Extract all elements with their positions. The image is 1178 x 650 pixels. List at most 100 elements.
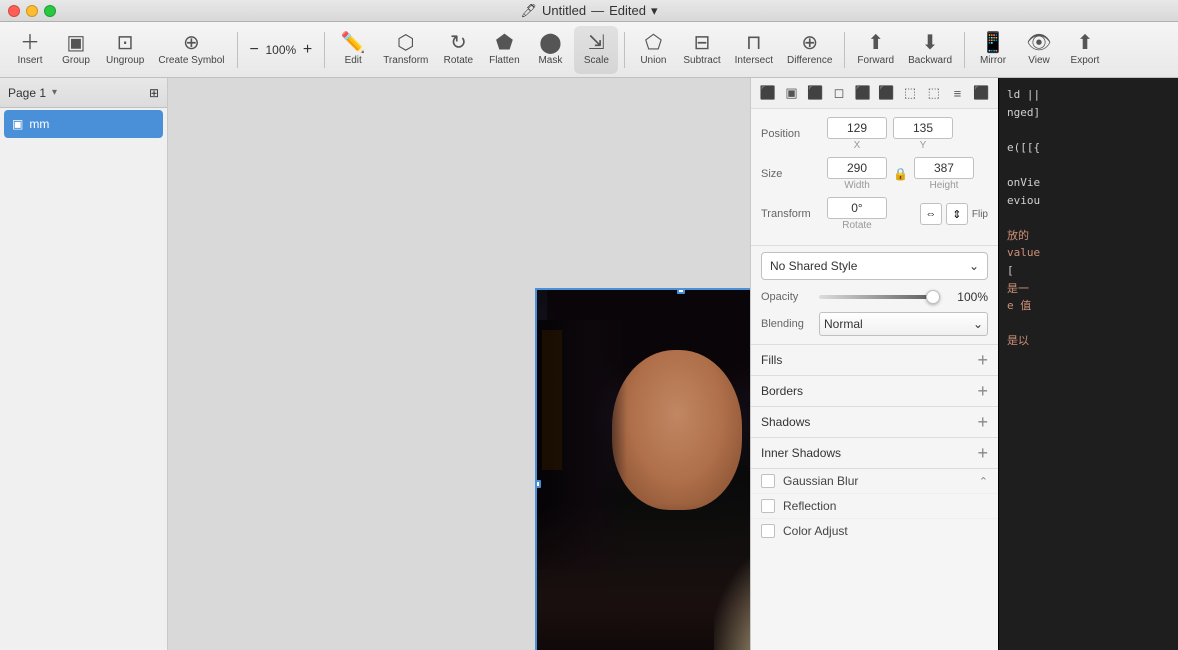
flip-v-button[interactable]: ⇕ [946, 203, 968, 225]
inner-shadows-add-button[interactable]: + [977, 444, 988, 462]
handle-top[interactable] [677, 288, 685, 294]
height-input[interactable] [914, 157, 974, 179]
maximize-button[interactable] [44, 5, 56, 17]
opacity-thumb[interactable] [926, 290, 940, 304]
right-panel: ⬛ ▣ ⬛ ◻ ⬛ ⬛ ⬚ ⬚ ≡ ⬛ Position X Y [750, 78, 998, 650]
fills-add-button[interactable]: + [977, 351, 988, 369]
rotate-icon: ↻ [450, 33, 467, 53]
flatten-icon: ⬟ [496, 33, 513, 53]
forward-button[interactable]: ⬆ Forward [851, 26, 900, 74]
minimize-button[interactable] [26, 5, 38, 17]
gaussian-blur-checkbox[interactable] [761, 474, 775, 488]
backward-icon: ⬇ [922, 33, 939, 53]
fills-label: Fills [761, 353, 782, 367]
transform-button[interactable]: ⬡ Transform [377, 26, 434, 74]
flatten-button[interactable]: ⬟ Flatten [482, 26, 526, 74]
scale-icon: ⇲ [588, 33, 605, 53]
handle-left[interactable] [535, 480, 541, 488]
opacity-slider[interactable] [819, 295, 940, 299]
pos-x-col: X [827, 117, 887, 151]
scale-button[interactable]: ⇲ Scale [574, 26, 618, 74]
pos-x-input[interactable] [827, 117, 887, 139]
align-middle-btn[interactable]: ◻ [828, 82, 850, 104]
borders-section-header[interactable]: Borders + [751, 376, 998, 407]
width-input[interactable] [827, 157, 887, 179]
insert-button[interactable]: ＋ Insert [8, 26, 52, 74]
fills-section-header[interactable]: Fills + [751, 345, 998, 376]
shadows-label: Shadows [761, 415, 810, 429]
align-top-btn[interactable]: ⬛ [804, 82, 826, 104]
gaussian-blur-expand[interactable]: ⌃ [979, 475, 988, 488]
more-btn[interactable]: ⬛ [970, 82, 992, 104]
union-button[interactable]: ⬠ Union [631, 26, 675, 74]
blending-chevron: ⌄ [973, 317, 983, 331]
canvas-area[interactable]: @_LinLin [168, 78, 750, 650]
mask-button[interactable]: ⬤ Mask [528, 26, 572, 74]
reflection-checkbox[interactable] [761, 499, 775, 513]
rotate-col: Rotate [827, 197, 887, 231]
pos-y-input[interactable] [893, 117, 953, 139]
view-button[interactable]: 👁 View [1017, 26, 1061, 74]
flip-h-button[interactable]: ⇔ [920, 203, 942, 225]
view-icon: 👁 [1026, 33, 1051, 53]
zoom-minus[interactable]: − [250, 41, 259, 59]
lock-icon[interactable]: 🔒 [893, 167, 908, 181]
reflection-row[interactable]: Reflection [751, 494, 998, 519]
align-left-btn[interactable]: ⬛ [757, 82, 779, 104]
editor-content: ld || nged] e([[{ onVie eviou 放的 value [… [999, 78, 1178, 358]
close-button[interactable] [8, 5, 20, 17]
gaussian-blur-row[interactable]: Gaussian Blur ⌃ [751, 469, 998, 494]
page-label: Page 1 [8, 86, 46, 100]
forward-icon: ⬆ [867, 33, 884, 53]
shadows-add-button[interactable]: + [977, 413, 988, 431]
separator-2 [324, 32, 325, 68]
main-area: Page 1 ▾ ⊞ ▣ mm [0, 78, 1178, 650]
distribute-h-btn[interactable]: ⬚ [899, 82, 921, 104]
shadows-section-header[interactable]: Shadows + [751, 407, 998, 438]
position-row: Position X Y [761, 117, 988, 151]
create-symbol-button[interactable]: ⊕ Create Symbol [152, 26, 230, 74]
selected-image[interactable]: @_LinLin [535, 288, 750, 650]
color-adjust-checkbox[interactable] [761, 524, 775, 538]
image-content: @_LinLin [537, 290, 750, 650]
layer-item[interactable]: ▣ mm [4, 110, 163, 138]
separator-4 [844, 32, 845, 68]
mirror-icon: 📱 [981, 33, 1006, 53]
separator-5 [964, 32, 965, 68]
zoom-plus[interactable]: + [303, 41, 312, 59]
align-right-btn[interactable]: ⬛ [852, 82, 874, 104]
edit-button[interactable]: ✏️ Edit [331, 26, 375, 74]
distribute-v-btn[interactable]: ⬚ [923, 82, 945, 104]
inner-shadows-label: Inner Shadows [761, 446, 841, 460]
backward-button[interactable]: ⬇ Backward [902, 26, 958, 74]
blending-row: Blending Normal ⌄ [751, 308, 998, 345]
rotate-button[interactable]: ↻ Rotate [436, 26, 480, 74]
color-adjust-row[interactable]: Color Adjust [751, 519, 998, 543]
rotate-input[interactable] [827, 197, 887, 219]
group-button[interactable]: ▣ Group [54, 26, 98, 74]
ungroup-button[interactable]: ⊡ Ungroup [100, 26, 150, 74]
sidebar-options[interactable]: ⊞ [149, 86, 159, 100]
subtract-button[interactable]: ⊟ Subtract [677, 26, 726, 74]
page-header[interactable]: Page 1 ▾ ⊞ [0, 78, 167, 108]
union-icon: ⬠ [645, 33, 662, 53]
inner-shadows-section-header[interactable]: Inner Shadows + [751, 438, 998, 469]
borders-add-button[interactable]: + [977, 382, 988, 400]
dropdown-chevron: ⌄ [969, 259, 979, 273]
align-bottom-btn[interactable]: ⬛ [876, 82, 898, 104]
zoom-control[interactable]: − 100% + [244, 37, 319, 63]
mirror-button[interactable]: 📱 Mirror [971, 26, 1015, 74]
page-chevron[interactable]: ▾ [52, 87, 57, 98]
group-icon: ▣ [67, 33, 86, 53]
intersect-button[interactable]: ⊓ Intersect [729, 26, 779, 74]
export-button[interactable]: ⬆ Export [1063, 26, 1107, 74]
opacity-row: Opacity 100% [751, 286, 998, 308]
distribute-space-btn[interactable]: ≡ [947, 82, 969, 104]
align-center-h-btn[interactable]: ▣ [781, 82, 803, 104]
blending-select[interactable]: Normal ⌄ [819, 312, 988, 336]
shared-style-dropdown[interactable]: No Shared Style ⌄ [761, 252, 988, 280]
reflection-label: Reflection [783, 499, 836, 513]
difference-button[interactable]: ⊕ Difference [781, 26, 838, 74]
subtract-icon: ⊟ [694, 33, 711, 53]
main-toolbar: ＋ Insert ▣ Group ⊡ Ungroup ⊕ Create Symb… [0, 22, 1178, 78]
